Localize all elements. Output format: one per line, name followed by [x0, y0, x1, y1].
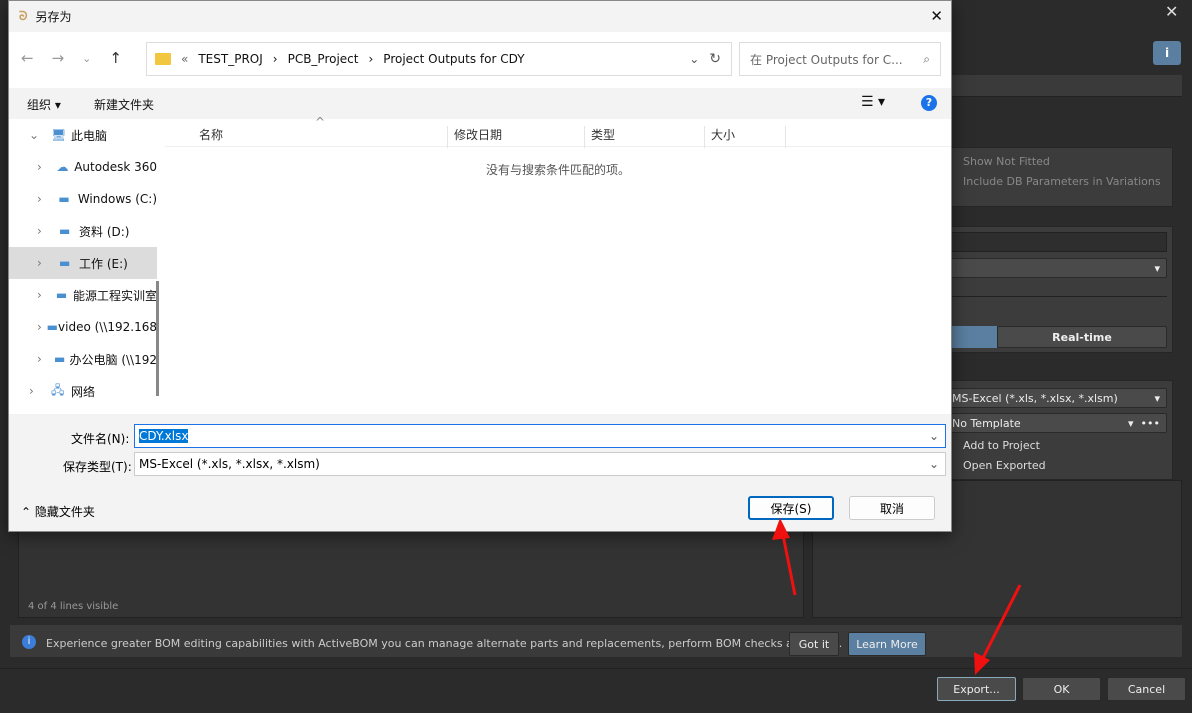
- arrow-to-save: [780, 529, 797, 596]
- arrowhead-export: [974, 652, 990, 675]
- arrow-to-export: [980, 584, 1022, 661]
- arrowhead-save: [772, 518, 790, 540]
- annotation-arrows: [772, 518, 1022, 675]
